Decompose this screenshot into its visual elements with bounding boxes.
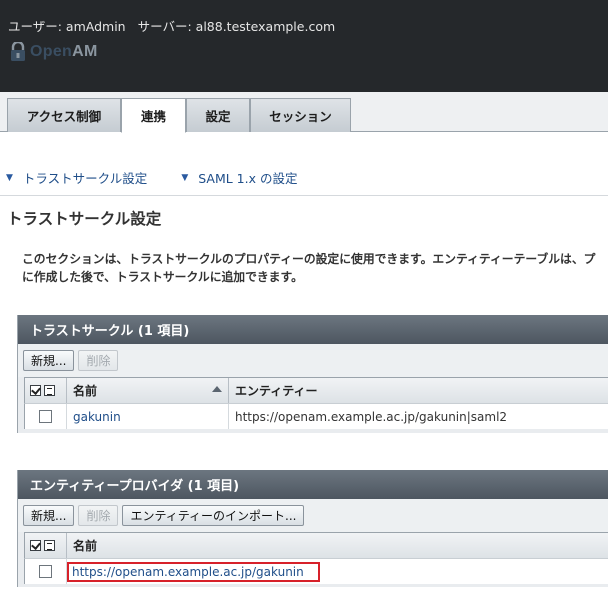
- select-all-icon[interactable]: [30, 540, 41, 551]
- row-checkbox[interactable]: [39, 565, 52, 578]
- cot-table-header: 名前 エンティティー: [24, 377, 608, 403]
- selection-column-header: [25, 378, 67, 403]
- row-entity-cell: https://openam.example.ac.jp/gakunin|sam…: [235, 409, 508, 424]
- masthead: ユーザー: amAdmin サーバー: al88.testexample.com…: [0, 0, 608, 92]
- name-column-header[interactable]: 名前: [67, 533, 608, 558]
- row-name-cell: https://openam.example.ac.jp/gakunin: [67, 559, 608, 584]
- description-line-1: このセクションは、トラストサークルのプロパティーの設定に使用できます。エンティテ…: [22, 252, 596, 266]
- page-description: このセクションは、トラストサークルのプロパティーの設定に使用できます。エンティテ…: [22, 250, 608, 286]
- row-select-cell: [25, 559, 67, 584]
- delete-entity-button[interactable]: 削除: [78, 505, 119, 526]
- jump-link-saml1-label: SAML 1.x の設定: [198, 171, 298, 186]
- main-tab-bar: アクセス制御 連携 設定 セッション: [0, 92, 608, 133]
- jump-link-saml1[interactable]: ▼ SAML 1.x の設定: [181, 168, 297, 187]
- chevron-down-icon: ▼: [181, 172, 189, 183]
- entity-column-header[interactable]: エンティティー: [229, 378, 608, 403]
- jump-link-cot[interactable]: ▼ トラストサークル設定: [6, 168, 147, 187]
- new-entity-button[interactable]: 新規...: [23, 505, 75, 526]
- entity-name-link[interactable]: https://openam.example.ac.jp/gakunin: [67, 561, 320, 582]
- entity-table-actions: 新規... 削除 エンティティーのインポート...: [18, 499, 608, 532]
- delete-cot-button[interactable]: 削除: [78, 350, 119, 371]
- name-column-label: 名前: [73, 384, 98, 398]
- row-name-cell: gakunin: [67, 404, 229, 429]
- entity-provider-table: エンティティープロバイダ (1 項目) 新規... 削除 エンティティーのインポ…: [17, 470, 608, 587]
- user-info: ユーザー: amAdmin サーバー: al88.testexample.com: [8, 16, 343, 35]
- brand-am: AM: [72, 43, 98, 60]
- openam-logo-icon: [11, 42, 25, 61]
- cot-table-title: トラストサークル (1 項目): [18, 315, 608, 344]
- brand-name: OpenAM: [30, 43, 98, 61]
- divider: [0, 195, 608, 196]
- import-entity-button[interactable]: エンティティーのインポート...: [122, 505, 305, 526]
- selection-column-header: [25, 533, 67, 558]
- server-label: サーバー: al88.testexample.com: [137, 19, 336, 34]
- cot-table: トラストサークル (1 項目) 新規... 削除 名前 エンティティー gaku…: [17, 315, 608, 433]
- brand-open: Open: [30, 43, 73, 60]
- jump-link-cot-label: トラストサークル設定: [22, 171, 148, 186]
- select-all-icon[interactable]: [30, 385, 41, 396]
- cot-table-actions: 新規... 削除: [18, 344, 608, 377]
- sort-ascending-icon[interactable]: [212, 386, 222, 392]
- jump-links: ▼ トラストサークル設定 ▼ SAML 1.x の設定: [6, 168, 331, 187]
- chevron-down-icon: ▼: [6, 172, 13, 183]
- tab-federation[interactable]: 連携: [121, 98, 186, 133]
- name-column-header[interactable]: 名前: [67, 378, 229, 403]
- description-line-2: に作成した後で、トラストサークルに追加できます。: [22, 270, 303, 284]
- table-row: https://openam.example.ac.jp/gakunin: [24, 558, 608, 584]
- table-row: gakunin https://openam.example.ac.jp/gak…: [24, 403, 608, 429]
- openam-logo: OpenAM: [10, 42, 98, 62]
- row-select-cell: [25, 404, 67, 429]
- tab-configuration[interactable]: 設定: [186, 98, 250, 132]
- cot-name-link[interactable]: gakunin: [73, 410, 121, 424]
- new-cot-button[interactable]: 新規...: [23, 350, 75, 371]
- deselect-all-icon[interactable]: [44, 540, 55, 551]
- user-label: ユーザー: amAdmin: [8, 19, 126, 34]
- entity-table-title: エンティティープロバイダ (1 項目): [18, 470, 608, 499]
- row-checkbox[interactable]: [39, 410, 52, 423]
- tab-sessions[interactable]: セッション: [250, 98, 351, 132]
- page-title: トラストサークル設定: [7, 210, 162, 228]
- entity-table-header: 名前: [24, 532, 608, 558]
- tab-access-control[interactable]: アクセス制御: [7, 98, 121, 132]
- deselect-all-icon[interactable]: [44, 385, 55, 396]
